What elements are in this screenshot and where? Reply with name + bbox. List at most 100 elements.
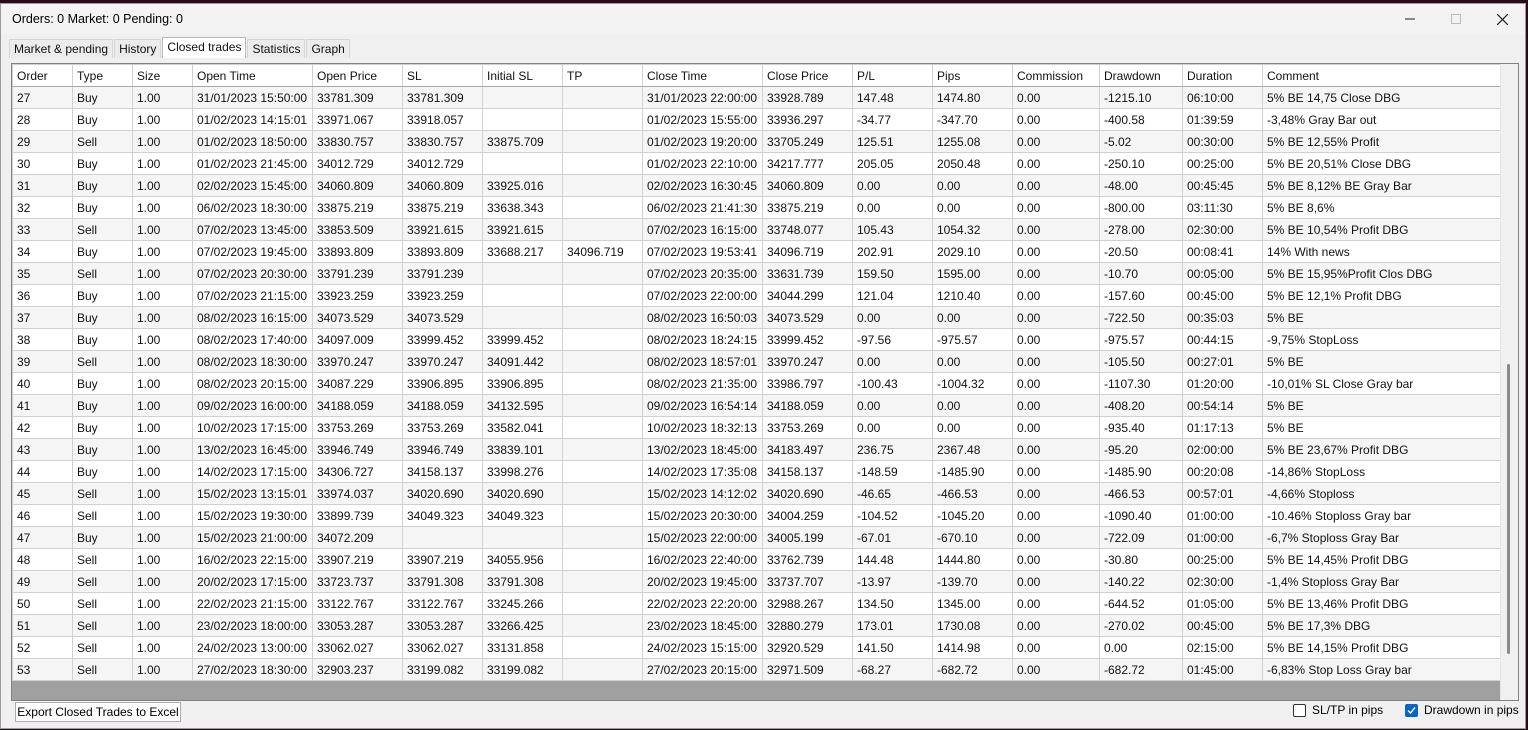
tab-closed-trades[interactable]: Closed trades bbox=[162, 37, 247, 58]
table-cell: 22/02/2023 22:20:00 bbox=[642, 592, 763, 615]
table-cell: 33791.308 bbox=[482, 570, 563, 593]
table-cell bbox=[482, 306, 563, 329]
tab-market-pending[interactable]: Market & pending bbox=[9, 39, 114, 58]
table-cell: 33131.858 bbox=[482, 636, 563, 659]
table-row[interactable]: 50 Sell 1.00 22/02/2023 21:15:00 33122.767 33… bbox=[12, 592, 1501, 615]
table-row[interactable]: 46 Sell 1.00 15/02/2023 19:30:00 33899.739 34… bbox=[12, 504, 1501, 527]
vertical-scrollbar[interactable] bbox=[1500, 64, 1518, 700]
table-row[interactable]: 27 Buy 1.00 31/01/2023 15:50:00 33781.309 337… bbox=[12, 86, 1501, 109]
column-header[interactable]: Close Price bbox=[762, 64, 853, 87]
table-row[interactable]: 49 Sell 1.00 20/02/2023 17:15:00 33723.737 33… bbox=[12, 570, 1501, 593]
table-cell: -148.59 bbox=[852, 460, 933, 483]
drawdown-in-pips-checkbox[interactable]: Drawdown in pips bbox=[1405, 703, 1519, 717]
title-bar: Orders: 0 Market: 0 Pending: 0 bbox=[1, 4, 1525, 34]
scrollbar-thumb[interactable] bbox=[1507, 364, 1510, 654]
table-row[interactable]: 30 Buy 1.00 01/02/2023 21:45:00 34012.729 340… bbox=[12, 152, 1501, 175]
close-button[interactable] bbox=[1479, 4, 1525, 34]
sltp-checkbox-box[interactable] bbox=[1293, 703, 1306, 717]
table-cell: 0.00 bbox=[1012, 548, 1100, 571]
table-row[interactable]: 45 Sell 1.00 15/02/2023 13:15:01 33974.037 34… bbox=[12, 482, 1501, 505]
column-header[interactable]: Drawdown bbox=[1099, 64, 1183, 87]
minimize-button[interactable] bbox=[1387, 4, 1433, 34]
maximize-button[interactable] bbox=[1433, 4, 1479, 34]
column-header[interactable]: Pips bbox=[932, 64, 1013, 87]
table-row[interactable]: 52 Sell 1.00 24/02/2023 13:00:00 33062.027 33… bbox=[12, 636, 1501, 659]
column-header[interactable]: Duration bbox=[1182, 64, 1263, 87]
column-header[interactable]: Type bbox=[72, 64, 133, 87]
table-row[interactable]: 51 Sell 1.00 23/02/2023 18:00:00 33053.287 33… bbox=[12, 614, 1501, 637]
drawdown-checkbox-box[interactable] bbox=[1405, 703, 1418, 717]
table-cell bbox=[562, 592, 643, 615]
table-row[interactable]: 35 Sell 1.00 07/02/2023 20:30:00 33791.239 33… bbox=[12, 262, 1501, 285]
close-icon bbox=[1496, 13, 1508, 25]
table-cell: 0.00 bbox=[1012, 592, 1100, 615]
table-row[interactable]: 37 Buy 1.00 08/02/2023 16:15:00 34073.529 340… bbox=[12, 306, 1501, 329]
column-header[interactable]: TP bbox=[562, 64, 643, 87]
table-cell bbox=[562, 658, 643, 681]
table-cell: 34087.229 bbox=[312, 372, 403, 395]
table-row[interactable]: 31 Buy 1.00 02/02/2023 15:45:00 34060.809 340… bbox=[12, 174, 1501, 197]
column-header[interactable]: Close Time bbox=[642, 64, 763, 87]
column-header[interactable]: SL bbox=[402, 64, 483, 87]
table-row[interactable]: 42 Buy 1.00 10/02/2023 17:15:00 33753.269 337… bbox=[12, 416, 1501, 439]
table-row[interactable]: 41 Buy 1.00 09/02/2023 16:00:00 34188.059 341… bbox=[12, 394, 1501, 417]
table-row[interactable]: 53 Sell 1.00 27/02/2023 18:30:00 32903.237 33… bbox=[12, 658, 1501, 681]
table-row[interactable]: 40 Buy 1.00 08/02/2023 20:15:00 34087.229 339… bbox=[12, 372, 1501, 395]
column-header[interactable]: Open Price bbox=[312, 64, 403, 87]
column-header[interactable]: Initial SL bbox=[482, 64, 563, 87]
table-cell: 00:35:03 bbox=[1182, 306, 1263, 329]
column-header[interactable]: Commission bbox=[1012, 64, 1100, 87]
table-cell: 06/02/2023 18:30:00 bbox=[192, 196, 313, 219]
table-cell: -97.56 bbox=[852, 328, 933, 351]
column-header[interactable]: Order bbox=[12, 64, 73, 87]
table-row[interactable]: 39 Sell 1.00 08/02/2023 18:30:00 33970.247 33… bbox=[12, 350, 1501, 373]
table-cell: -6,7% Stoploss Gray Bar bbox=[1262, 526, 1501, 549]
sltp-in-pips-checkbox[interactable]: SL/TP in pips bbox=[1293, 703, 1383, 717]
table-row[interactable]: 48 Sell 1.00 16/02/2023 22:15:00 33907.219 33… bbox=[12, 548, 1501, 571]
tab-statistics[interactable]: Statistics bbox=[247, 39, 306, 58]
table-cell: -466.53 bbox=[932, 482, 1013, 505]
table-cell: -13.97 bbox=[852, 570, 933, 593]
table-cell: 33875.219 bbox=[312, 196, 403, 219]
table-row[interactable]: 32 Buy 1.00 06/02/2023 18:30:00 33875.219 338… bbox=[12, 196, 1501, 219]
table-cell: 33062.027 bbox=[312, 636, 403, 659]
table-cell: Sell bbox=[72, 570, 133, 593]
table-row[interactable]: 44 Buy 1.00 14/02/2023 17:15:00 34306.727 341… bbox=[12, 460, 1501, 483]
table-row[interactable]: 43 Buy 1.00 13/02/2023 16:45:00 33946.749 339… bbox=[12, 438, 1501, 461]
tab-history[interactable]: History bbox=[114, 39, 162, 58]
table-cell: -10.70 bbox=[1099, 262, 1183, 285]
table-cell: 33936.297 bbox=[762, 108, 853, 131]
table-cell: -800.00 bbox=[1099, 196, 1183, 219]
table-cell: 01:17:13 bbox=[1182, 416, 1263, 439]
table-cell: 52 bbox=[12, 636, 73, 659]
table-cell: 33638.343 bbox=[482, 196, 563, 219]
table-cell: 0.00 bbox=[1012, 350, 1100, 373]
column-header[interactable]: Open Time bbox=[192, 64, 313, 87]
table-cell: 5% BE 14,75 Close DBG bbox=[1262, 86, 1501, 109]
table-row[interactable]: 28 Buy 1.00 01/02/2023 14:15:01 33971.067 339… bbox=[12, 108, 1501, 131]
table-row[interactable]: 34 Buy 1.00 07/02/2023 19:45:00 33893.809 338… bbox=[12, 240, 1501, 263]
column-header[interactable]: Comment bbox=[1262, 64, 1501, 87]
export-excel-button[interactable]: Export Closed Trades to Excel bbox=[15, 702, 181, 722]
table-cell bbox=[562, 152, 643, 175]
table-cell: 08/02/2023 20:15:00 bbox=[192, 372, 313, 395]
table-cell: -1090.40 bbox=[1099, 504, 1183, 527]
table-cell: 23/02/2023 18:00:00 bbox=[192, 614, 313, 637]
table-cell: 0.00 bbox=[1012, 152, 1100, 175]
column-header[interactable]: Size bbox=[132, 64, 193, 87]
table-cell bbox=[402, 526, 483, 549]
table-row[interactable]: 29 Sell 1.00 01/02/2023 18:50:00 33830.757 33… bbox=[12, 130, 1501, 153]
table-row[interactable]: 38 Buy 1.00 08/02/2023 17:40:00 34097.009 339… bbox=[12, 328, 1501, 351]
table-cell: 0.00 bbox=[1012, 438, 1100, 461]
column-header[interactable]: P/L bbox=[852, 64, 933, 87]
table-row[interactable]: 36 Buy 1.00 07/02/2023 21:15:00 33923.259 339… bbox=[12, 284, 1501, 307]
table-cell: -1485.90 bbox=[932, 460, 1013, 483]
table-cell: 32920.529 bbox=[762, 636, 853, 659]
table-cell: 40 bbox=[12, 372, 73, 395]
tab-graph[interactable]: Graph bbox=[306, 39, 350, 58]
table-cell: 0.00 bbox=[932, 416, 1013, 439]
table-row[interactable]: 33 Sell 1.00 07/02/2023 13:45:00 33853.509 33… bbox=[12, 218, 1501, 241]
table-cell: 16/02/2023 22:15:00 bbox=[192, 548, 313, 571]
table-cell: 14/02/2023 17:15:00 bbox=[192, 460, 313, 483]
table-row[interactable]: 47 Buy 1.00 15/02/2023 21:00:00 34072.209 15/… bbox=[12, 526, 1501, 549]
